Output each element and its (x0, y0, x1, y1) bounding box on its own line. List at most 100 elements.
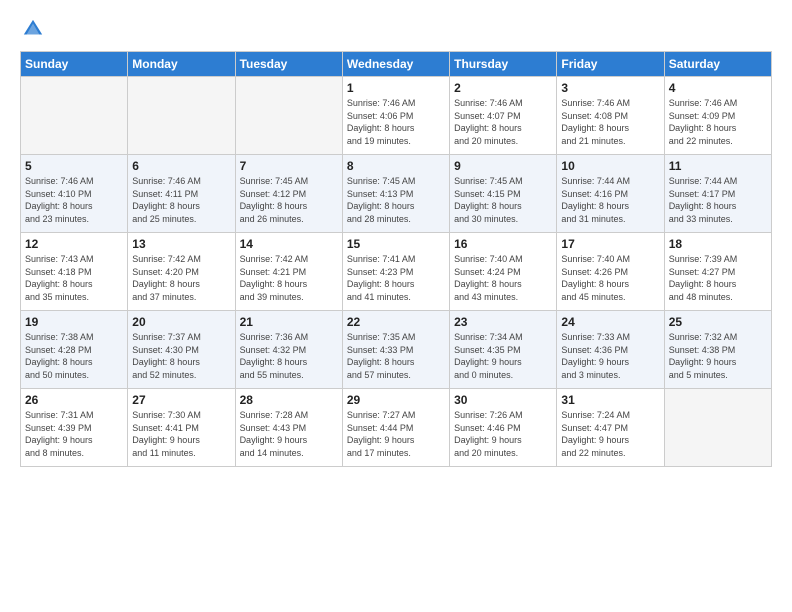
day-info: Sunrise: 7:46 AM Sunset: 4:06 PM Dayligh… (347, 97, 445, 147)
day-info: Sunrise: 7:46 AM Sunset: 4:09 PM Dayligh… (669, 97, 767, 147)
day-info: Sunrise: 7:30 AM Sunset: 4:41 PM Dayligh… (132, 409, 230, 459)
day-cell: 14 Sunrise: 7:42 AM Sunset: 4:21 PM Dayli… (235, 233, 342, 311)
day-info: Sunrise: 7:35 AM Sunset: 4:33 PM Dayligh… (347, 331, 445, 381)
day-info: Sunrise: 7:40 AM Sunset: 4:24 PM Dayligh… (454, 253, 552, 303)
logo-icon (22, 18, 44, 40)
day-number: 4 (669, 81, 767, 95)
day-number: 28 (240, 393, 338, 407)
day-cell: 1 Sunrise: 7:46 AM Sunset: 4:06 PM Daylig… (342, 77, 449, 155)
weekday-thursday: Thursday (450, 52, 557, 77)
day-cell: 17 Sunrise: 7:40 AM Sunset: 4:26 PM Dayli… (557, 233, 664, 311)
page: SundayMondayTuesdayWednesdayThursdayFrid… (0, 0, 792, 612)
day-cell: 4 Sunrise: 7:46 AM Sunset: 4:09 PM Daylig… (664, 77, 771, 155)
week-row-1: 1 Sunrise: 7:46 AM Sunset: 4:06 PM Daylig… (21, 77, 772, 155)
day-cell (21, 77, 128, 155)
day-info: Sunrise: 7:42 AM Sunset: 4:21 PM Dayligh… (240, 253, 338, 303)
weekday-friday: Friday (557, 52, 664, 77)
day-number: 13 (132, 237, 230, 251)
day-number: 29 (347, 393, 445, 407)
day-number: 10 (561, 159, 659, 173)
day-info: Sunrise: 7:46 AM Sunset: 4:11 PM Dayligh… (132, 175, 230, 225)
day-cell: 27 Sunrise: 7:30 AM Sunset: 4:41 PM Dayli… (128, 389, 235, 467)
day-number: 5 (25, 159, 123, 173)
logo (20, 18, 44, 45)
day-info: Sunrise: 7:37 AM Sunset: 4:30 PM Dayligh… (132, 331, 230, 381)
day-cell: 10Sunrise: 7:44 AM Sunset: 4:16 PM Dayli… (557, 155, 664, 233)
day-info: Sunrise: 7:46 AM Sunset: 4:10 PM Dayligh… (25, 175, 123, 225)
day-info: Sunrise: 7:36 AM Sunset: 4:32 PM Dayligh… (240, 331, 338, 381)
day-cell: 21 Sunrise: 7:36 AM Sunset: 4:32 PM Dayli… (235, 311, 342, 389)
day-number: 9 (454, 159, 552, 173)
day-info: Sunrise: 7:40 AM Sunset: 4:26 PM Dayligh… (561, 253, 659, 303)
day-info: Sunrise: 7:43 AM Sunset: 4:18 PM Dayligh… (25, 253, 123, 303)
day-cell (128, 77, 235, 155)
weekday-wednesday: Wednesday (342, 52, 449, 77)
day-number: 12 (25, 237, 123, 251)
weekday-header-row: SundayMondayTuesdayWednesdayThursdayFrid… (21, 52, 772, 77)
day-info: Sunrise: 7:28 AM Sunset: 4:43 PM Dayligh… (240, 409, 338, 459)
day-number: 2 (454, 81, 552, 95)
day-info: Sunrise: 7:24 AM Sunset: 4:47 PM Dayligh… (561, 409, 659, 459)
day-cell: 20 Sunrise: 7:37 AM Sunset: 4:30 PM Dayli… (128, 311, 235, 389)
day-info: Sunrise: 7:44 AM Sunset: 4:17 PM Dayligh… (669, 175, 767, 225)
day-info: Sunrise: 7:33 AM Sunset: 4:36 PM Dayligh… (561, 331, 659, 381)
day-cell: 9 Sunrise: 7:45 AM Sunset: 4:15 PM Daylig… (450, 155, 557, 233)
day-info: Sunrise: 7:27 AM Sunset: 4:44 PM Dayligh… (347, 409, 445, 459)
week-row-5: 26 Sunrise: 7:31 AM Sunset: 4:39 PM Dayli… (21, 389, 772, 467)
day-cell: 28 Sunrise: 7:28 AM Sunset: 4:43 PM Dayli… (235, 389, 342, 467)
day-number: 14 (240, 237, 338, 251)
day-number: 26 (25, 393, 123, 407)
day-cell: 12 Sunrise: 7:43 AM Sunset: 4:18 PM Dayli… (21, 233, 128, 311)
weekday-tuesday: Tuesday (235, 52, 342, 77)
weekday-saturday: Saturday (664, 52, 771, 77)
day-number: 3 (561, 81, 659, 95)
day-cell: 3 Sunrise: 7:46 AM Sunset: 4:08 PM Daylig… (557, 77, 664, 155)
day-number: 7 (240, 159, 338, 173)
day-number: 8 (347, 159, 445, 173)
day-cell: 31 Sunrise: 7:24 AM Sunset: 4:47 PM Dayli… (557, 389, 664, 467)
day-cell (664, 389, 771, 467)
day-cell: 30Sunrise: 7:26 AM Sunset: 4:46 PM Dayli… (450, 389, 557, 467)
week-row-2: 5 Sunrise: 7:46 AM Sunset: 4:10 PM Daylig… (21, 155, 772, 233)
day-number: 21 (240, 315, 338, 329)
day-cell: 24 Sunrise: 7:33 AM Sunset: 4:36 PM Dayli… (557, 311, 664, 389)
day-number: 24 (561, 315, 659, 329)
day-cell: 22Sunrise: 7:35 AM Sunset: 4:33 PM Dayli… (342, 311, 449, 389)
day-cell: 15Sunrise: 7:41 AM Sunset: 4:23 PM Dayli… (342, 233, 449, 311)
day-cell: 25 Sunrise: 7:32 AM Sunset: 4:38 PM Dayli… (664, 311, 771, 389)
day-cell: 19Sunrise: 7:38 AM Sunset: 4:28 PM Dayli… (21, 311, 128, 389)
day-cell (235, 77, 342, 155)
day-info: Sunrise: 7:45 AM Sunset: 4:15 PM Dayligh… (454, 175, 552, 225)
day-number: 1 (347, 81, 445, 95)
day-info: Sunrise: 7:26 AM Sunset: 4:46 PM Dayligh… (454, 409, 552, 459)
calendar-table: SundayMondayTuesdayWednesdayThursdayFrid… (20, 51, 772, 467)
day-number: 27 (132, 393, 230, 407)
day-cell: 11 Sunrise: 7:44 AM Sunset: 4:17 PM Dayli… (664, 155, 771, 233)
day-info: Sunrise: 7:34 AM Sunset: 4:35 PM Dayligh… (454, 331, 552, 381)
day-info: Sunrise: 7:32 AM Sunset: 4:38 PM Dayligh… (669, 331, 767, 381)
day-number: 16 (454, 237, 552, 251)
day-number: 31 (561, 393, 659, 407)
day-cell: 18Sunrise: 7:39 AM Sunset: 4:27 PM Dayli… (664, 233, 771, 311)
day-number: 23 (454, 315, 552, 329)
day-number: 25 (669, 315, 767, 329)
weekday-sunday: Sunday (21, 52, 128, 77)
day-info: Sunrise: 7:38 AM Sunset: 4:28 PM Dayligh… (25, 331, 123, 381)
day-cell: 5 Sunrise: 7:46 AM Sunset: 4:10 PM Daylig… (21, 155, 128, 233)
day-number: 6 (132, 159, 230, 173)
day-info: Sunrise: 7:45 AM Sunset: 4:13 PM Dayligh… (347, 175, 445, 225)
day-cell: 26 Sunrise: 7:31 AM Sunset: 4:39 PM Dayli… (21, 389, 128, 467)
day-cell: 29 Sunrise: 7:27 AM Sunset: 4:44 PM Dayli… (342, 389, 449, 467)
day-number: 11 (669, 159, 767, 173)
day-info: Sunrise: 7:31 AM Sunset: 4:39 PM Dayligh… (25, 409, 123, 459)
day-number: 20 (132, 315, 230, 329)
day-cell: 16 Sunrise: 7:40 AM Sunset: 4:24 PM Dayli… (450, 233, 557, 311)
day-cell: 7Sunrise: 7:45 AM Sunset: 4:12 PM Daylig… (235, 155, 342, 233)
day-cell: 6 Sunrise: 7:46 AM Sunset: 4:11 PM Daylig… (128, 155, 235, 233)
day-number: 17 (561, 237, 659, 251)
day-info: Sunrise: 7:46 AM Sunset: 4:08 PM Dayligh… (561, 97, 659, 147)
day-info: Sunrise: 7:39 AM Sunset: 4:27 PM Dayligh… (669, 253, 767, 303)
day-info: Sunrise: 7:46 AM Sunset: 4:07 PM Dayligh… (454, 97, 552, 147)
day-info: Sunrise: 7:41 AM Sunset: 4:23 PM Dayligh… (347, 253, 445, 303)
week-row-3: 12 Sunrise: 7:43 AM Sunset: 4:18 PM Dayli… (21, 233, 772, 311)
